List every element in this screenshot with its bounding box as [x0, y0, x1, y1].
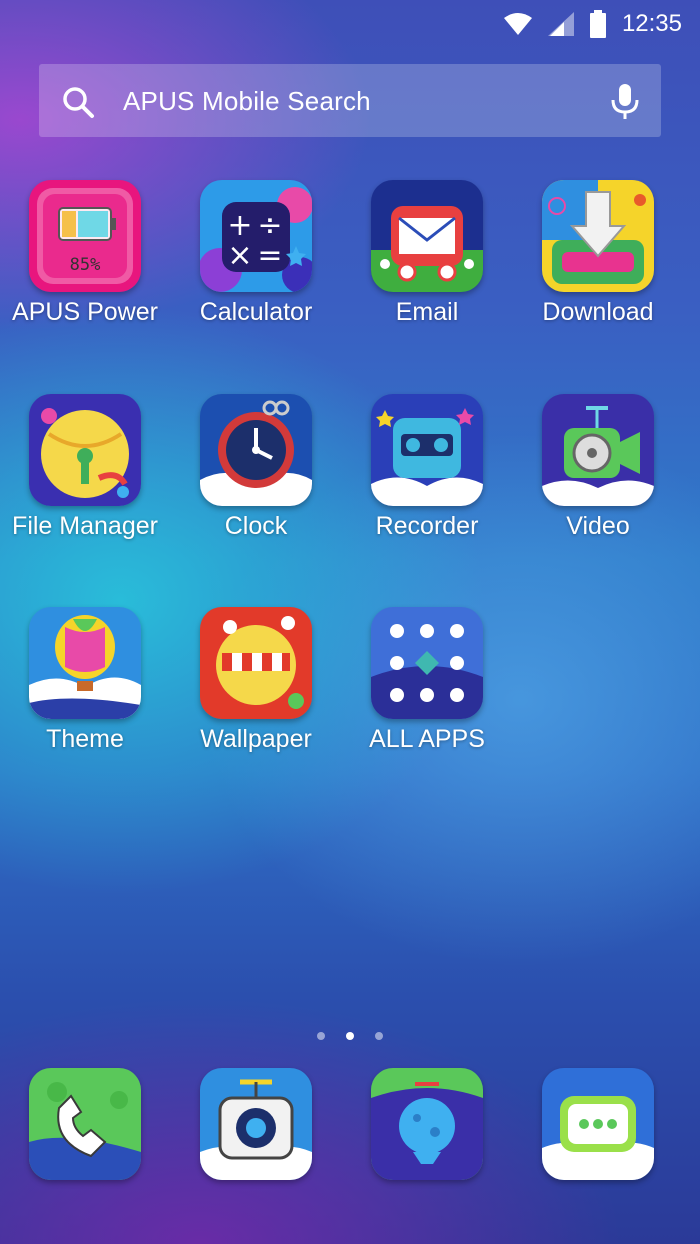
app-all-apps[interactable]: ALL APPS	[342, 607, 512, 777]
status-bar: 12:35	[0, 0, 700, 48]
app-clock[interactable]: Clock	[171, 394, 341, 564]
app-label: Video	[566, 512, 630, 540]
app-recorder[interactable]: Recorder	[342, 394, 512, 564]
app-calculator[interactable]: + ÷ × = Calculator	[171, 180, 341, 350]
app-label: Theme	[46, 725, 124, 753]
status-time: 12:35	[621, 10, 682, 37]
app-apus-power[interactable]: 85% APUS Power	[0, 180, 170, 350]
app-label: Clock	[224, 512, 288, 540]
app-label: File Manager	[12, 512, 158, 540]
app-theme[interactable]: Theme	[0, 607, 170, 777]
app-video[interactable]: Video	[513, 394, 683, 564]
app-label: Email	[395, 298, 459, 326]
app-wallpaper[interactable]: Wallpaper	[171, 607, 341, 777]
browser-icon	[371, 1068, 483, 1180]
app-file-manager[interactable]: File Manager	[0, 394, 170, 564]
app-label: APUS Power	[12, 298, 158, 326]
search-icon[interactable]	[61, 85, 95, 119]
svg-text:=: =	[257, 238, 282, 273]
dock-messages[interactable]	[542, 1068, 654, 1180]
app-label: ALL APPS	[369, 725, 485, 753]
page-dot[interactable]	[317, 1032, 325, 1040]
search-input[interactable]: APUS Mobile Search	[123, 86, 371, 117]
wallpaper-icon	[200, 607, 312, 719]
file-manager-icon	[29, 394, 141, 506]
dock-browser[interactable]	[371, 1068, 483, 1180]
email-icon	[371, 180, 483, 292]
recorder-icon	[371, 394, 483, 506]
theme-icon	[29, 607, 141, 719]
app-label: Wallpaper	[200, 725, 312, 753]
page-dot-active[interactable]	[346, 1032, 354, 1040]
app-label: Recorder	[375, 512, 479, 540]
wifi-icon	[503, 13, 532, 35]
clock-icon	[200, 394, 312, 506]
battery-icon	[589, 10, 606, 38]
signal-icon	[547, 12, 574, 36]
app-email[interactable]: Email	[342, 180, 512, 350]
all-apps-icon	[371, 607, 483, 719]
apus-power-icon: 85%	[29, 180, 141, 292]
app-label: Calculator	[199, 298, 313, 326]
video-icon	[542, 394, 654, 506]
messages-icon	[542, 1068, 654, 1180]
camera-icon	[200, 1068, 312, 1180]
microphone-icon[interactable]	[610, 84, 640, 120]
page-dot[interactable]	[375, 1032, 383, 1040]
page-indicator	[0, 1032, 700, 1042]
app-label: Download	[542, 298, 654, 326]
svg-text:85%: 85%	[70, 255, 101, 275]
dock-camera[interactable]	[200, 1068, 312, 1180]
download-icon	[542, 180, 654, 292]
app-download[interactable]: Download	[513, 180, 683, 350]
phone-icon	[29, 1068, 141, 1180]
calculator-icon: + ÷ × =	[200, 180, 312, 292]
svg-text:×: ×	[227, 238, 252, 273]
dock-phone[interactable]	[29, 1068, 141, 1180]
